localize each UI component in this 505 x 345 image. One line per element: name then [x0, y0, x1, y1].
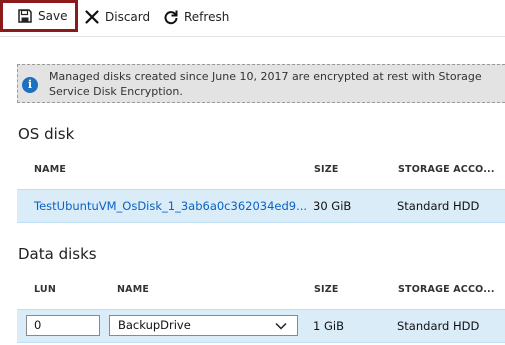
os-disk-title: OS disk [18, 125, 75, 143]
refresh-label: Refresh [184, 10, 230, 24]
os-disk-size: 30 GiB [313, 199, 352, 213]
save-label: Save [38, 9, 68, 23]
info-text: Managed disks created since June 10, 201… [49, 70, 482, 98]
data-disk-row: 0 BackupDrive 1 GiB Standard HDD [17, 309, 505, 343]
data-disk-storage: Standard HDD [397, 319, 480, 333]
os-disk-storage: Standard HDD [397, 199, 480, 213]
chevron-down-icon [275, 319, 287, 331]
lun-input[interactable]: 0 [26, 315, 100, 336]
os-disk-name-link[interactable]: TestUbuntuVM_OsDisk_1_3ab6a0c362034ed9..… [34, 190, 307, 222]
data-disk-size: 1 GiB [313, 319, 344, 333]
disk-name-dropdown[interactable]: BackupDrive [109, 315, 298, 336]
info-icon: i [22, 77, 38, 93]
refresh-icon [163, 9, 179, 25]
os-disk-col-name: NAME [34, 164, 67, 175]
encryption-info-banner: i Managed disks created since June 10, 2… [17, 64, 505, 103]
discard-button[interactable]: Discard [84, 0, 150, 34]
os-disk-col-size: SIZE [314, 164, 339, 175]
save-icon [17, 8, 33, 24]
data-disks-title: Data disks [18, 245, 97, 263]
data-disks-col-size: SIZE [314, 284, 339, 295]
data-disks-col-lun: LUN [34, 284, 56, 295]
discard-label: Discard [105, 10, 151, 24]
os-disk-col-storage: STORAGE ACCO... [398, 164, 495, 175]
data-disks-col-storage: STORAGE ACCO... [398, 284, 495, 295]
os-disk-row[interactable]: TestUbuntuVM_OsDisk_1_3ab6a0c362034ed9..… [17, 189, 505, 223]
command-bar: Save Discard Refresh [0, 0, 505, 37]
close-icon [84, 9, 100, 25]
refresh-button[interactable]: Refresh [163, 0, 229, 34]
save-button[interactable]: Save [0, 0, 78, 32]
data-disks-col-name: NAME [117, 284, 150, 295]
disk-name-value: BackupDrive [118, 318, 191, 332]
